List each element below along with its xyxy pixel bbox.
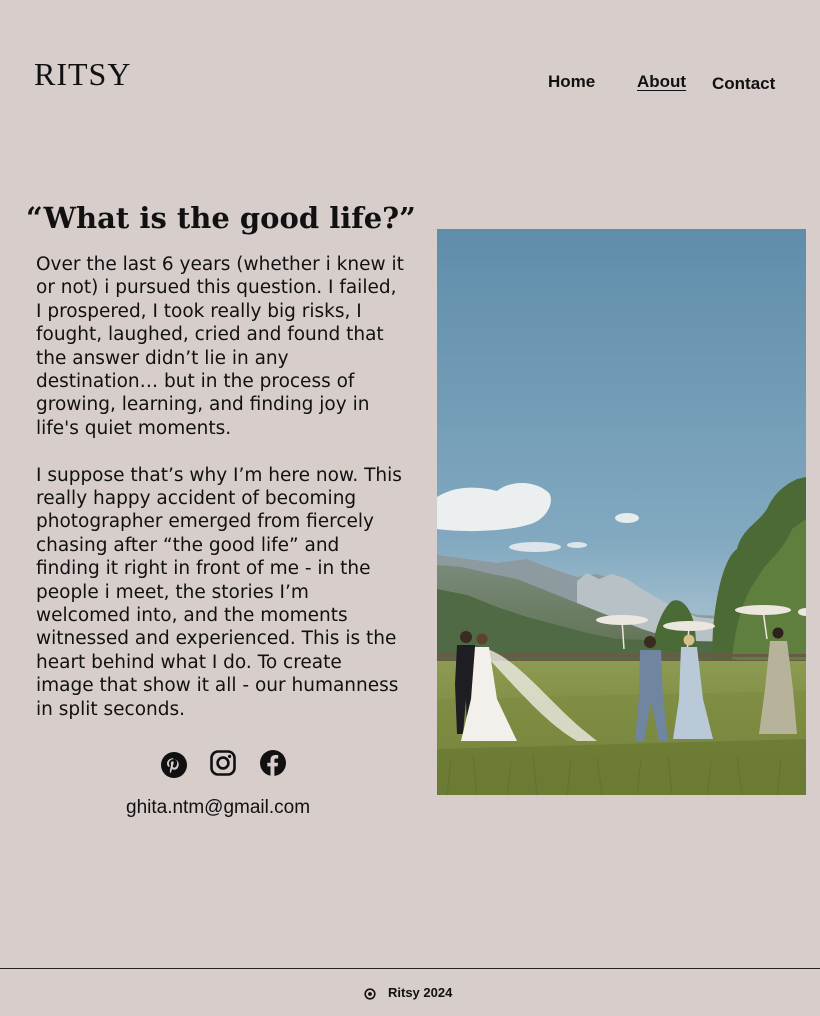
nav-contact-link[interactable]: Contact [712, 73, 775, 95]
about-paragraph-2: I suppose that’s why I’m here now. This … [36, 464, 402, 720]
contact-email-link[interactable]: ghita.ntm@gmail.com [126, 795, 310, 821]
instagram-icon[interactable] [209, 749, 237, 777]
footer: Ritsy 2024 [0, 984, 820, 1004]
social-links [160, 749, 300, 779]
footer-copyright-text: Ritsy 2024 [388, 985, 453, 1000]
copyright-icon [364, 987, 376, 1000]
facebook-icon[interactable] [259, 749, 287, 777]
about-text: Over the last 6 years (whether i knew it… [36, 253, 428, 721]
footer-divider [0, 968, 820, 969]
page-heading: “What is the good life?” [26, 201, 416, 235]
site-logo[interactable]: RITSY [34, 54, 131, 94]
wedding-photo [437, 229, 806, 795]
nav-home-link[interactable]: Home [548, 71, 595, 93]
nav-about-link[interactable]: About [637, 71, 686, 93]
about-paragraph-1: Over the last 6 years (whether i knew it… [36, 254, 404, 439]
pinterest-icon[interactable] [160, 751, 188, 779]
